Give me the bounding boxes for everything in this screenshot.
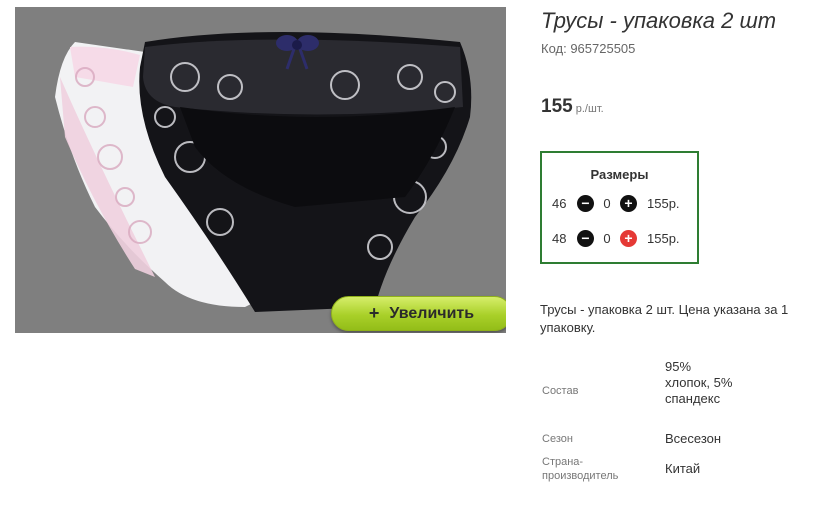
- size-qty: 0: [603, 230, 611, 246]
- size-price: 155р.: [647, 195, 680, 211]
- minus-circle-icon[interactable]: −: [577, 229, 594, 247]
- plus-circle-icon[interactable]: +: [620, 194, 637, 212]
- product-description: Трусы - упаковка 2 шт. Цена указана за 1…: [540, 302, 789, 335]
- plus-circle-icon[interactable]: +: [620, 229, 637, 247]
- size-label: 48: [552, 230, 567, 246]
- size-row-46: 46 − 0 + 155р.: [552, 193, 680, 213]
- price-value: 155: [541, 96, 573, 117]
- product-title: Трусы - упаковка 2 шт: [541, 8, 777, 33]
- size-price: 155р.: [647, 230, 680, 246]
- attr-value-composition: 95% хлопок, 5% спандекс: [665, 359, 733, 406]
- attr-label-season: Сезон: [542, 433, 573, 445]
- size-row-48: 48 − 0 + 155р.: [552, 228, 680, 248]
- size-qty: 0: [603, 195, 611, 211]
- minus-circle-icon[interactable]: −: [577, 194, 594, 212]
- product-price: 155 р./шт.: [541, 96, 604, 118]
- sizes-title: Размеры: [590, 167, 649, 182]
- price-unit: р./шт.: [572, 103, 604, 115]
- size-label: 46: [552, 195, 567, 211]
- product-photo[interactable]: + Увеличить: [15, 7, 506, 333]
- attr-label-country: Страна-производитель: [542, 456, 619, 482]
- sizes-box: Размеры 46 − 0 + 155р. 48 − 0 + 155р.: [540, 151, 699, 264]
- zoom-label: Увеличить: [389, 304, 475, 322]
- zoom-plus-icon: +: [368, 303, 380, 323]
- product-image: [55, 32, 472, 312]
- product-code: Код: 965725505: [541, 41, 636, 56]
- attr-value-season: Всесезон: [665, 431, 722, 446]
- zoom-button[interactable]: + Увеличить: [331, 296, 506, 331]
- attr-label-composition: Состав: [542, 385, 579, 397]
- attr-value-country: Китай: [665, 461, 701, 476]
